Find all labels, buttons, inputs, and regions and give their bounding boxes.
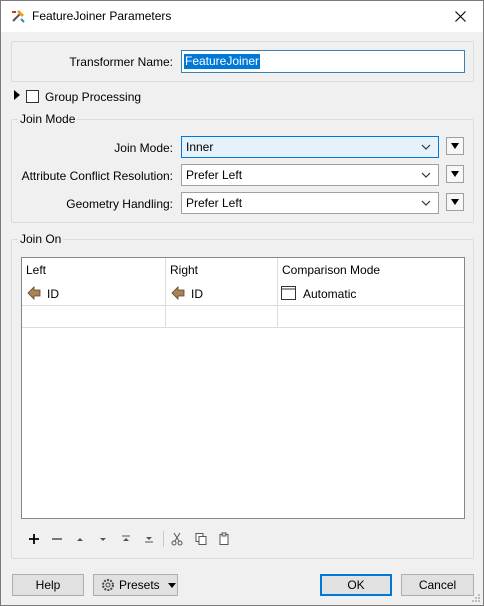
geometry-handling-value: Prefer Left xyxy=(186,196,243,210)
close-icon xyxy=(454,11,466,22)
right-attribute-cell: ID xyxy=(191,287,203,301)
join-mode-menu-button[interactable] xyxy=(446,137,464,155)
attribute-icon xyxy=(27,286,41,300)
window-icon xyxy=(281,286,296,300)
ok-button[interactable]: OK xyxy=(320,574,392,596)
column-header-left: Left xyxy=(26,263,47,277)
chevron-down-icon xyxy=(421,172,431,178)
attribute-conflict-label: Attribute Conflict Resolution: xyxy=(21,169,173,183)
join-on-section-title: Join On xyxy=(18,232,64,246)
group-processing-checkbox[interactable] xyxy=(26,90,39,103)
row-divider xyxy=(22,327,464,328)
join-mode-value: Inner xyxy=(186,140,214,154)
dialog-window: FeatureJoiner Parameters Transformer Nam… xyxy=(0,0,484,606)
dropdown-triangle-icon xyxy=(167,582,176,588)
fme-app-icon xyxy=(12,10,25,23)
close-button[interactable] xyxy=(437,1,483,32)
transformer-name-value: FeatureJoiner xyxy=(184,54,261,69)
group-processing-label: Group Processing xyxy=(45,90,142,104)
move-up-icon[interactable] xyxy=(73,532,87,546)
title-bar: FeatureJoiner Parameters xyxy=(1,1,483,32)
join-mode-select[interactable]: Inner xyxy=(181,136,439,158)
chevron-down-icon xyxy=(421,144,431,150)
expand-arrow-icon[interactable] xyxy=(14,90,20,100)
table-row[interactable]: ID ID Automatic xyxy=(22,283,464,305)
ok-button-label: OK xyxy=(347,578,365,592)
help-button[interactable]: Help xyxy=(12,574,84,596)
move-bottom-icon[interactable] xyxy=(142,532,156,546)
dropdown-triangle-icon xyxy=(451,171,459,177)
column-header-comparison-mode: Comparison Mode xyxy=(282,263,381,277)
join-mode-label: Join Mode: xyxy=(114,141,173,155)
transformer-name-input[interactable]: FeatureJoiner xyxy=(181,50,465,73)
row-divider xyxy=(22,305,464,306)
transformer-name-label: Transformer Name: xyxy=(69,55,173,69)
column-header-right: Right xyxy=(170,263,199,277)
window-title: FeatureJoiner Parameters xyxy=(32,9,172,23)
move-top-icon[interactable] xyxy=(119,532,133,546)
join-mode-section-title: Join Mode xyxy=(18,112,78,126)
copy-icon[interactable] xyxy=(194,532,208,546)
presets-button[interactable]: Presets xyxy=(93,574,178,596)
geometry-handling-select[interactable]: Prefer Left xyxy=(181,192,439,214)
add-icon[interactable] xyxy=(27,532,41,546)
chevron-down-icon xyxy=(421,200,431,206)
cut-icon[interactable] xyxy=(170,532,184,546)
attribute-conflict-value: Prefer Left xyxy=(186,168,243,182)
toolbar-separator xyxy=(163,531,164,547)
geometry-handling-menu-button[interactable] xyxy=(446,193,464,211)
cancel-button-label: Cancel xyxy=(418,578,457,592)
join-on-table[interactable]: Left Right Comparison Mode ID ID Automat… xyxy=(21,257,465,519)
help-button-label: Help xyxy=(35,578,61,592)
attribute-conflict-menu-button[interactable] xyxy=(446,165,464,183)
presets-button-label: Presets xyxy=(119,578,160,592)
attribute-icon xyxy=(171,286,185,300)
comparison-mode-cell: Automatic xyxy=(303,287,357,301)
remove-icon[interactable] xyxy=(50,532,64,546)
move-down-icon[interactable] xyxy=(96,532,110,546)
resize-grip-icon[interactable] xyxy=(471,593,481,603)
left-attribute-cell: ID xyxy=(47,287,59,301)
geometry-handling-label: Geometry Handling: xyxy=(66,197,173,211)
paste-icon[interactable] xyxy=(217,532,231,546)
dropdown-triangle-icon xyxy=(451,199,459,205)
cancel-button[interactable]: Cancel xyxy=(401,574,474,596)
presets-gear-icon xyxy=(102,579,114,591)
dropdown-triangle-icon xyxy=(451,143,459,149)
attribute-conflict-select[interactable]: Prefer Left xyxy=(181,164,439,186)
